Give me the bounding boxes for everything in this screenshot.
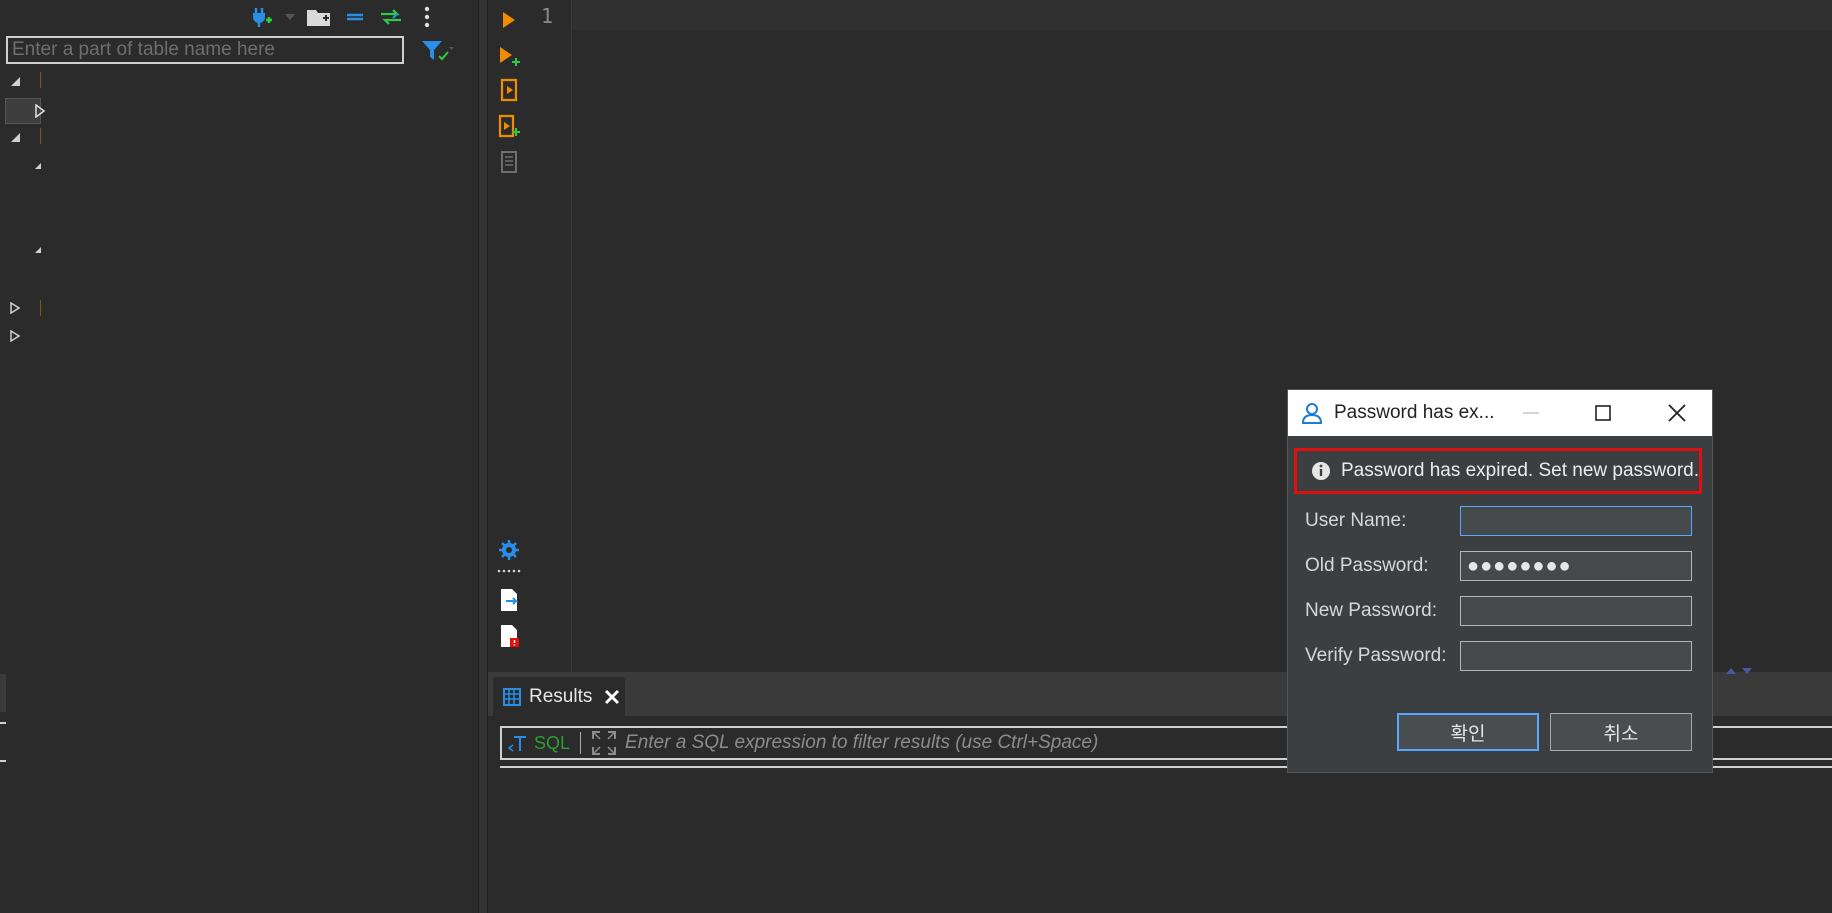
expanded-arrow-icon[interactable] [10,76,22,88]
line-number: 1 [541,4,554,28]
user-name-field[interactable] [1460,506,1692,536]
collapsed-arrow-icon[interactable] [9,330,21,342]
verify-password-field[interactable] [1460,641,1692,671]
maximize-icon [1595,405,1611,421]
maximize-button[interactable] [1568,390,1638,436]
new-folder-icon[interactable] [306,4,332,30]
user-icon [1301,403,1323,424]
dialog-title: Password has ex... [1334,402,1495,423]
user-name-label: User Name: [1305,510,1407,531]
cancel-button[interactable]: 취소 [1550,713,1692,751]
error-document-icon[interactable] [497,624,521,648]
execute-script-icon[interactable] [497,78,521,102]
sql-label[interactable]: SQL [534,733,570,754]
navigator-toolbar [240,0,473,33]
tree-item-selected[interactable] [5,98,46,124]
close-button[interactable] [1642,390,1712,436]
info-icon [1312,462,1330,480]
close-icon[interactable] [604,689,620,705]
separator-dots [497,566,521,576]
tab-results-label: Results [529,685,593,707]
settings-icon[interactable] [497,538,521,562]
minimize-button[interactable] [1496,390,1566,436]
expanded-arrow-icon[interactable] [34,246,42,254]
new-password-field[interactable] [1460,596,1692,626]
verify-password-label: Verify Password: [1305,645,1447,666]
link-with-editor-icon[interactable] [378,4,404,30]
filter-icon[interactable] [420,38,454,64]
ok-button[interactable]: 확인 [1397,713,1539,751]
panel-edge-line [0,760,6,762]
panel-splitter[interactable] [478,0,488,913]
tab-results[interactable]: Results [493,677,625,716]
new-connection-icon[interactable] [248,4,274,30]
current-line-highlight [573,0,1832,30]
database-navigator [0,0,478,913]
password-expired-dialog: Password has ex... Password has expired.… [1288,390,1712,772]
text-filter-icon[interactable] [508,733,528,753]
more-options-icon[interactable] [414,4,440,30]
collapse-all-icon[interactable] [342,4,368,30]
error-message-box: Password has expired. Set new password. [1294,448,1702,494]
execute-statement-icon[interactable] [497,8,521,32]
panel-edge [0,674,6,712]
new-password-label: New Password: [1305,600,1437,621]
expanded-arrow-icon[interactable] [34,162,42,170]
table-filter-input[interactable] [6,36,404,64]
tree-node-marker [40,72,41,88]
expanded-arrow-icon[interactable] [10,132,22,144]
expand-icon[interactable] [591,730,617,756]
grid-icon [503,687,521,706]
explain-plan-icon[interactable] [497,150,521,174]
export-document-icon[interactable] [497,588,521,612]
old-password-field[interactable]: ●●●●●●●● [1460,551,1692,581]
panel-edge-line [0,722,6,724]
execute-script-new-tab-icon[interactable] [497,114,521,138]
dropdown-arrow-icon[interactable] [284,4,296,30]
old-password-mask: ●●●●●●●● [1467,554,1572,577]
execute-in-new-tab-icon[interactable] [497,44,521,68]
separator [580,732,582,754]
collapsed-arrow-icon[interactable] [9,302,21,314]
error-message-text: Password has expired. Set new password. [1341,460,1700,481]
dialog-titlebar[interactable]: Password has ex... [1288,390,1712,436]
tree-node-marker [40,128,41,144]
scroll-arrows-icon[interactable] [1724,666,1754,676]
collapsed-arrow-icon[interactable] [34,104,46,118]
close-icon [1668,404,1686,422]
minimize-icon [1523,412,1539,414]
old-password-label: Old Password: [1305,555,1429,576]
tree-node-marker [40,300,41,316]
